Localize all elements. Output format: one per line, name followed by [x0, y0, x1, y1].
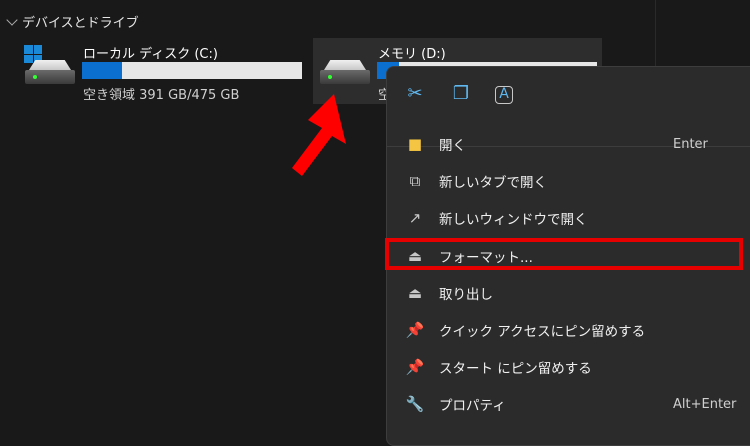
menu-item-open-new-tab[interactable]: ⧉ 新しいタブで開く — [387, 163, 747, 199]
shortcut: Alt+Enter — [673, 396, 737, 412]
menu-item-open[interactable]: ■ 開く Enter — [387, 126, 747, 162]
drive-name: メモリ (D:) — [378, 47, 446, 62]
section-title: デバイスとドライブ — [22, 16, 139, 31]
drive-c[interactable]: ローカル ディスク (C:) 空き領域 391 GB/475 GB — [15, 38, 307, 104]
red-arrow-annotation — [292, 94, 346, 176]
copy-button[interactable]: ❐ — [449, 83, 473, 107]
chevron-down-icon — [6, 13, 18, 26]
menu-item-properties[interactable]: 🔧 プロパティ Alt+Enter — [387, 386, 747, 422]
drive-name: ローカル ディスク (C:) — [83, 47, 218, 62]
menu-item-label: スタート にピン留めする — [439, 361, 592, 377]
new-tab-icon: ⧉ — [409, 172, 421, 190]
menu-item-label: プロパティ — [439, 398, 506, 414]
cut-button[interactable]: ✂ — [403, 83, 427, 107]
hard-drive-icon — [320, 60, 370, 86]
rename-icon: A — [499, 86, 509, 102]
menu-item-label: 新しいウィンドウで開く — [439, 212, 588, 228]
shortcut: Enter — [673, 136, 708, 152]
hard-drive-icon — [25, 60, 75, 86]
drive-free-space: 空き領域 391 GB/475 GB — [83, 88, 240, 103]
pin-icon: 📌 — [405, 358, 425, 376]
scissors-icon: ✂ — [407, 83, 423, 104]
menu-item-pin-quick-access[interactable]: 📌 クイック アクセスにピン留めする — [387, 312, 747, 348]
menu-item-label: クイック アクセスにピン留めする — [439, 324, 646, 340]
new-window-icon: ↗ — [408, 209, 422, 227]
menu-item-label: 新しいタブで開く — [439, 175, 547, 191]
folder-icon: ■ — [407, 135, 423, 153]
eject-icon: ⏏ — [407, 284, 423, 302]
section-header[interactable]: デバイスとドライブ — [6, 12, 139, 31]
menu-item-open-new-window[interactable]: ↗ 新しいウィンドウで開く — [387, 200, 747, 236]
menu-item-label: 取り出し — [439, 287, 493, 303]
menu-item-pin-start[interactable]: 📌 スタート にピン留めする — [387, 349, 747, 385]
highlight-box-annotation — [385, 238, 743, 270]
copy-icon: ❐ — [452, 83, 470, 104]
wrench-icon: 🔧 — [405, 395, 425, 413]
pin-icon: 📌 — [405, 321, 425, 339]
usage-bar — [82, 62, 302, 79]
menu-item-eject[interactable]: ⏏ 取り出し — [387, 275, 747, 311]
rename-button[interactable]: A — [495, 86, 513, 104]
menu-item-label: 開く — [439, 138, 466, 154]
